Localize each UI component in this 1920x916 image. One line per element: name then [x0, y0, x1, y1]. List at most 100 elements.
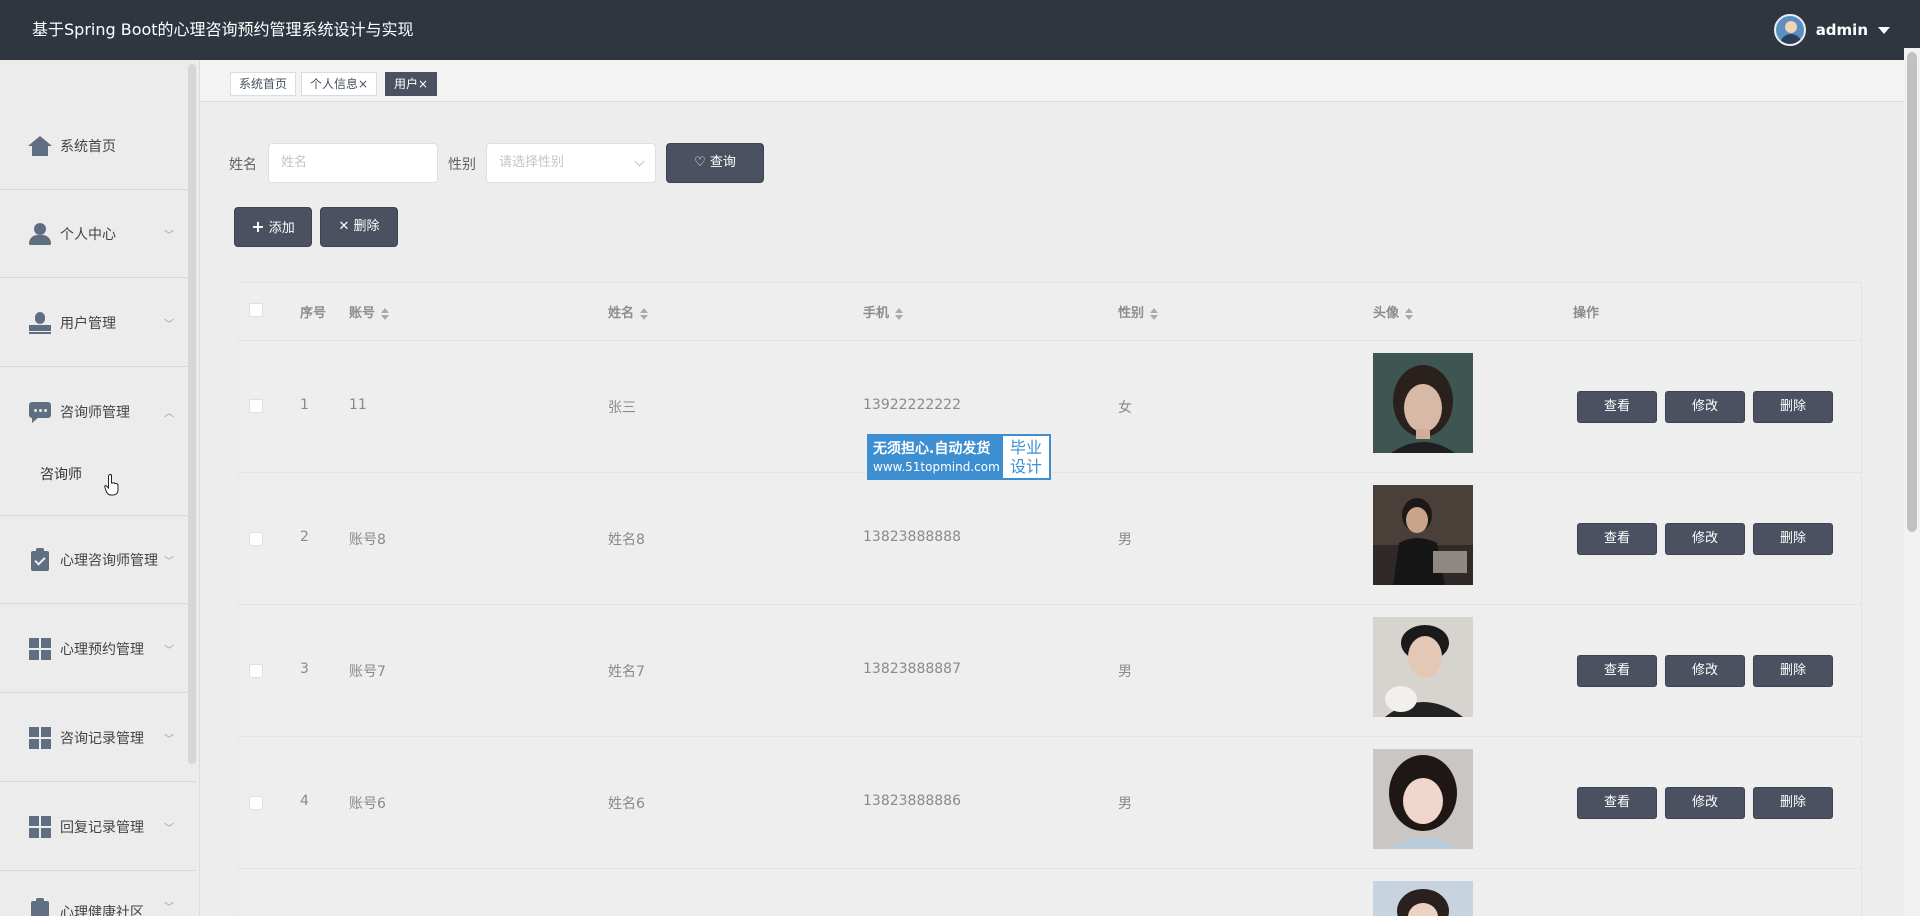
- cell-gender: 女: [1118, 400, 1132, 416]
- sidebar-item-label: 系统首页: [60, 138, 116, 155]
- sidebar-item-label: 用户管理: [60, 315, 116, 332]
- cell-name: 姓名7: [608, 664, 645, 680]
- row-delete-button[interactable]: 删除: [1753, 391, 1833, 423]
- grid-icon: [28, 815, 52, 839]
- sidebar-subitem-counselor[interactable]: 咨询师: [40, 464, 82, 484]
- select-all-checkbox[interactable]: [249, 303, 263, 317]
- cell-phone: 13823888887: [863, 661, 961, 677]
- user-menu[interactable]: admin: [1773, 0, 1890, 60]
- col-header-account[interactable]: 账号: [349, 302, 390, 321]
- cell-name: 姓名8: [608, 532, 645, 548]
- x-icon: ✕: [338, 219, 350, 234]
- chevron-down-icon: ﹀: [164, 734, 174, 745]
- cell-index: 4: [300, 793, 309, 809]
- row-delete-button[interactable]: 删除: [1753, 655, 1833, 687]
- sidebar-item-home[interactable]: 系统首页: [0, 102, 196, 190]
- tab-home[interactable]: 系统首页: [230, 72, 297, 96]
- row-checkbox[interactable]: [249, 532, 263, 546]
- tab-personal-info[interactable]: 个人信息×: [301, 72, 378, 96]
- row-checkbox[interactable]: [249, 399, 263, 413]
- user-photo: [1373, 485, 1473, 585]
- sidebar-item-counselor-management[interactable]: 咨询师管理 ︿: [0, 368, 196, 456]
- delete-button[interactable]: ✕ 删除: [320, 207, 398, 247]
- col-header-actions: 操作: [1573, 306, 1600, 321]
- sort-icon[interactable]: [640, 307, 649, 320]
- view-button[interactable]: 查看: [1577, 655, 1657, 687]
- heart-icon: ♡: [694, 155, 706, 170]
- row-delete-button[interactable]: 删除: [1753, 787, 1833, 819]
- sort-icon[interactable]: [1150, 307, 1159, 320]
- row-checkbox[interactable]: [249, 796, 263, 810]
- cell-index: 2: [300, 529, 309, 545]
- cell-phone: 13823888886: [863, 793, 961, 809]
- page-scrollbar[interactable]: [1904, 48, 1920, 916]
- person-icon: [28, 222, 52, 246]
- edit-button[interactable]: 修改: [1665, 787, 1745, 819]
- sidebar-item-appointment-management[interactable]: 心理预约管理 ﹀: [0, 605, 196, 693]
- cell-phone: 13922222222: [863, 397, 961, 413]
- hand-cursor-icon: [104, 474, 119, 496]
- watermark-badge: 无须担心.自动发货 www.51topmind.com 毕业 设计: [867, 434, 1051, 480]
- close-icon[interactable]: ×: [358, 77, 368, 91]
- edit-button[interactable]: 修改: [1665, 655, 1745, 687]
- sidebar-item-reply-record-management[interactable]: 回复记录管理 ﹀: [0, 783, 196, 871]
- sidebar-item-label: 心理咨询师管理: [60, 552, 158, 569]
- add-button[interactable]: + 添加: [234, 207, 312, 247]
- query-button[interactable]: ♡ 查询: [666, 143, 764, 183]
- edit-button[interactable]: 修改: [1665, 523, 1745, 555]
- sidebar-item-label: 咨询师管理: [60, 405, 130, 421]
- sidebar-item-label: 回复记录管理: [60, 819, 144, 836]
- view-button[interactable]: 查看: [1577, 391, 1657, 423]
- tab-user[interactable]: 用户×: [385, 72, 438, 96]
- chevron-down-icon: ﹀: [164, 319, 174, 330]
- col-header-name[interactable]: 姓名: [608, 302, 649, 321]
- sidebar: 系统首页 个人中心 ﹀ 用户管理 ﹀ 咨询师管理 ︿ 咨询师 心理咨询师管理 ﹀…: [0, 60, 200, 916]
- sort-icon[interactable]: [895, 307, 904, 320]
- row-checkbox[interactable]: [249, 664, 263, 678]
- sidebar-item-label: 心理健康社区: [60, 905, 144, 916]
- caret-down-icon[interactable]: [1878, 26, 1890, 34]
- cell-name: 姓名6: [608, 796, 645, 812]
- grid-icon: [28, 637, 52, 661]
- scrollbar-thumb[interactable]: [1907, 52, 1917, 532]
- sidebar-item-psych-counselor-management[interactable]: 心理咨询师管理 ﹀: [0, 516, 196, 604]
- cell-account: 账号8: [349, 532, 386, 548]
- edit-button[interactable]: 修改: [1665, 391, 1745, 423]
- gender-select[interactable]: 请选择性别: [486, 143, 656, 183]
- name-input[interactable]: 姓名: [268, 143, 438, 183]
- clipboard-icon: [28, 898, 52, 916]
- watermark-badge-text: 设计: [1009, 457, 1042, 476]
- row-delete-button[interactable]: 删除: [1753, 523, 1833, 555]
- user-avatar[interactable]: [1773, 14, 1806, 46]
- sidebar-item-consult-record-management[interactable]: 咨询记录管理 ﹀: [0, 694, 196, 782]
- cell-account: 11: [349, 397, 367, 413]
- sort-icon[interactable]: [1405, 307, 1414, 320]
- chevron-down-icon: ﹀: [164, 823, 174, 834]
- close-icon[interactable]: ×: [418, 77, 428, 91]
- cell-gender: 男: [1118, 796, 1132, 812]
- col-header-avatar[interactable]: 头像: [1373, 302, 1414, 321]
- view-button[interactable]: 查看: [1577, 787, 1657, 819]
- plus-icon: +: [251, 217, 265, 236]
- col-header-gender[interactable]: 性别: [1118, 302, 1159, 321]
- chat-icon: [28, 400, 52, 424]
- tab-bar: 系统首页 个人信息× 用户×: [200, 60, 1904, 102]
- chevron-down-icon: ﹀: [164, 902, 174, 914]
- table-row-divider: [238, 340, 1862, 341]
- sidebar-item-community[interactable]: 心理健康社区 ﹀: [0, 872, 196, 916]
- table-row-divider: [238, 868, 1862, 869]
- watermark-badge-text: 毕业: [1009, 438, 1042, 457]
- sort-icon[interactable]: [381, 307, 390, 320]
- chevron-down-icon: ﹀: [164, 556, 174, 567]
- view-button[interactable]: 查看: [1577, 523, 1657, 555]
- username[interactable]: admin: [1816, 21, 1868, 39]
- user-photo: [1373, 749, 1473, 849]
- col-header-phone[interactable]: 手机: [863, 302, 904, 321]
- sidebar-item-personal-center[interactable]: 个人中心 ﹀: [0, 190, 196, 278]
- cell-account: 账号6: [349, 796, 386, 812]
- user-photo: [1373, 353, 1473, 453]
- cell-gender: 男: [1118, 664, 1132, 680]
- sidebar-item-user-management[interactable]: 用户管理 ﹀: [0, 279, 196, 367]
- col-header-index: 序号: [300, 306, 327, 321]
- cell-phone: 13823888888: [863, 529, 961, 545]
